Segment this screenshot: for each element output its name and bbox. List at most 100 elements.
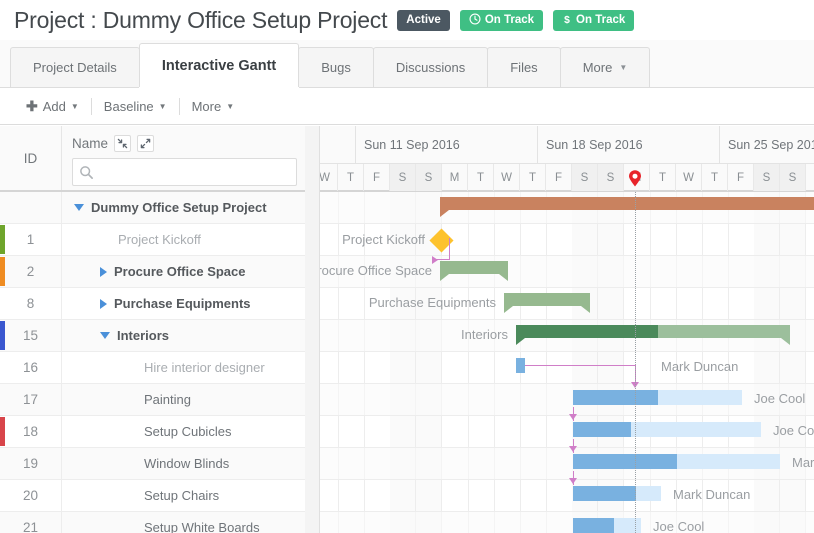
timeline-day-label: T bbox=[702, 164, 728, 191]
gantt-row[interactable] bbox=[320, 352, 814, 384]
timeline-day-label: F bbox=[728, 164, 754, 191]
task-bar[interactable] bbox=[573, 454, 780, 469]
bar-assignee-label: Joe Cool bbox=[653, 519, 705, 533]
summary-bar-remaining bbox=[658, 325, 790, 338]
row-name-label: Hire interior designer bbox=[144, 360, 265, 375]
bar-assignee-label: Joe Cool bbox=[773, 423, 814, 438]
chevron-down-icon[interactable] bbox=[100, 332, 110, 339]
dependency-arrow-icon bbox=[432, 256, 438, 264]
plus-icon: ✚ bbox=[26, 98, 38, 114]
row-id-cell: 15 bbox=[0, 320, 62, 351]
status-badge-active-label: Active bbox=[406, 14, 441, 26]
chevron-down-icon: ▼ bbox=[226, 101, 235, 111]
summary-bar[interactable] bbox=[504, 293, 590, 313]
search-box[interactable] bbox=[72, 158, 297, 186]
tab-interactive-gantt[interactable]: Interactive Gantt bbox=[138, 43, 300, 87]
table-row[interactable]: 18 Setup Cubicles bbox=[0, 416, 305, 448]
task-bar[interactable] bbox=[573, 518, 641, 533]
clock-icon bbox=[469, 13, 481, 27]
task-bar[interactable] bbox=[573, 486, 661, 501]
row-name-label: Window Blinds bbox=[144, 456, 230, 471]
task-bar[interactable] bbox=[516, 358, 525, 373]
table-row[interactable]: 1 Project Kickoff bbox=[0, 224, 305, 256]
bar-label: Purchase Equipments bbox=[368, 295, 496, 310]
row-name-label: Setup Chairs bbox=[144, 488, 220, 503]
timeline-day-label: T bbox=[338, 164, 364, 191]
expand-all-icon[interactable] bbox=[137, 134, 155, 152]
row-name-cell: Setup Chairs bbox=[62, 488, 305, 503]
today-line bbox=[635, 192, 636, 533]
tab-interactive-gantt-label: Interactive Gantt bbox=[161, 57, 277, 74]
add-button[interactable]: ✚ Add ▼ bbox=[14, 94, 91, 118]
toggle-spacer bbox=[126, 399, 137, 400]
page-title: Project : Dummy Office Setup Project bbox=[14, 6, 388, 33]
row-status-flag bbox=[0, 321, 5, 350]
tab-discussions[interactable]: Discussions bbox=[372, 47, 489, 87]
chevron-down-icon: ▼ bbox=[158, 101, 167, 111]
dependency-link bbox=[449, 238, 450, 260]
timeline-day-label: W bbox=[676, 164, 702, 191]
timeline-day-label: T bbox=[520, 164, 546, 191]
table-row[interactable]: 16 Hire interior designer bbox=[0, 352, 305, 384]
column-header-name-cell: Name bbox=[62, 126, 305, 190]
row-name-cell: Interiors bbox=[62, 328, 305, 343]
tab-files-label: Files bbox=[510, 60, 538, 75]
more-button-label: More bbox=[191, 98, 222, 114]
row-id-cell: 19 bbox=[0, 448, 62, 479]
row-name-label: Dummy Office Setup Project bbox=[91, 200, 267, 215]
task-grid-body[interactable]: Dummy Office Setup Project 1 Project Kicko… bbox=[0, 192, 305, 533]
task-bar[interactable] bbox=[573, 422, 761, 437]
grid-gantt-splitter[interactable] bbox=[305, 126, 320, 533]
table-row[interactable]: 19 Window Blinds bbox=[0, 448, 305, 480]
row-name-cell: Setup White Boards bbox=[62, 520, 305, 533]
tab-bugs-label: Bugs bbox=[321, 60, 351, 75]
table-row[interactable]: 17 Painting bbox=[0, 384, 305, 416]
more-button[interactable]: More ▼ bbox=[180, 94, 247, 118]
summary-bar[interactable] bbox=[440, 261, 508, 281]
summary-bar[interactable] bbox=[440, 197, 814, 217]
row-name-cell: Window Blinds bbox=[62, 456, 305, 471]
row-id-cell: 2 bbox=[0, 256, 62, 287]
baseline-button[interactable]: Baseline ▼ bbox=[92, 94, 179, 118]
timeline-day-label: S bbox=[572, 164, 598, 191]
table-row[interactable]: Dummy Office Setup Project bbox=[0, 192, 305, 224]
summary-bar-progress bbox=[516, 325, 659, 338]
table-row[interactable]: 8 Purchase Equipments bbox=[0, 288, 305, 320]
bar-assignee-label: Mark Duncan bbox=[661, 359, 739, 374]
tab-bugs[interactable]: Bugs bbox=[298, 47, 374, 87]
task-grid-header: ID Name bbox=[0, 126, 305, 192]
table-row[interactable]: 15 Interiors bbox=[0, 320, 305, 352]
chevron-right-icon[interactable] bbox=[100, 298, 107, 309]
summary-bar[interactable] bbox=[516, 325, 790, 345]
bar-assignee-label: Joe Cool bbox=[754, 391, 806, 406]
chevron-right-icon[interactable] bbox=[100, 266, 107, 277]
table-row[interactable]: 2 Procure Office Space bbox=[0, 256, 305, 288]
tab-project-details[interactable]: Project Details bbox=[10, 47, 140, 87]
bar-assignee-label: Mark Duncan bbox=[792, 455, 814, 470]
timeline-week-label: Sun 18 Sep 2016 bbox=[538, 126, 720, 164]
task-bar-progress bbox=[573, 454, 677, 469]
search-input[interactable] bbox=[98, 164, 296, 180]
table-row[interactable]: 20 Setup Chairs bbox=[0, 480, 305, 512]
status-badge-budget: $ On Track bbox=[553, 9, 635, 31]
tab-more[interactable]: More ▼ bbox=[559, 47, 651, 87]
timeline-day-label: W bbox=[320, 164, 338, 191]
row-id-cell: 18 bbox=[0, 416, 62, 447]
bar-label: Project Kickoff bbox=[342, 232, 425, 247]
gantt-body[interactable]: Project Kickoff Procure Office Space Purch… bbox=[320, 192, 814, 533]
collapse-all-icon[interactable] bbox=[114, 134, 132, 152]
table-row[interactable]: 21 Setup White Boards bbox=[0, 512, 305, 533]
gantt-row[interactable] bbox=[320, 512, 814, 533]
chevron-down-icon[interactable] bbox=[74, 204, 84, 211]
row-id-cell: 1 bbox=[0, 224, 62, 255]
status-badge-budget-label: On Track bbox=[576, 14, 626, 26]
tab-bar: Project Details Interactive Gantt Bugs D… bbox=[0, 40, 814, 88]
row-status-flag bbox=[0, 417, 5, 446]
today-pin-icon bbox=[628, 170, 642, 187]
toggle-spacer bbox=[100, 239, 111, 240]
row-name-cell: Purchase Equipments bbox=[62, 296, 305, 311]
row-name-cell: Project Kickoff bbox=[62, 232, 305, 247]
tab-files[interactable]: Files bbox=[487, 47, 561, 87]
task-bar[interactable] bbox=[573, 390, 742, 405]
timeline-day-label: T bbox=[468, 164, 494, 191]
